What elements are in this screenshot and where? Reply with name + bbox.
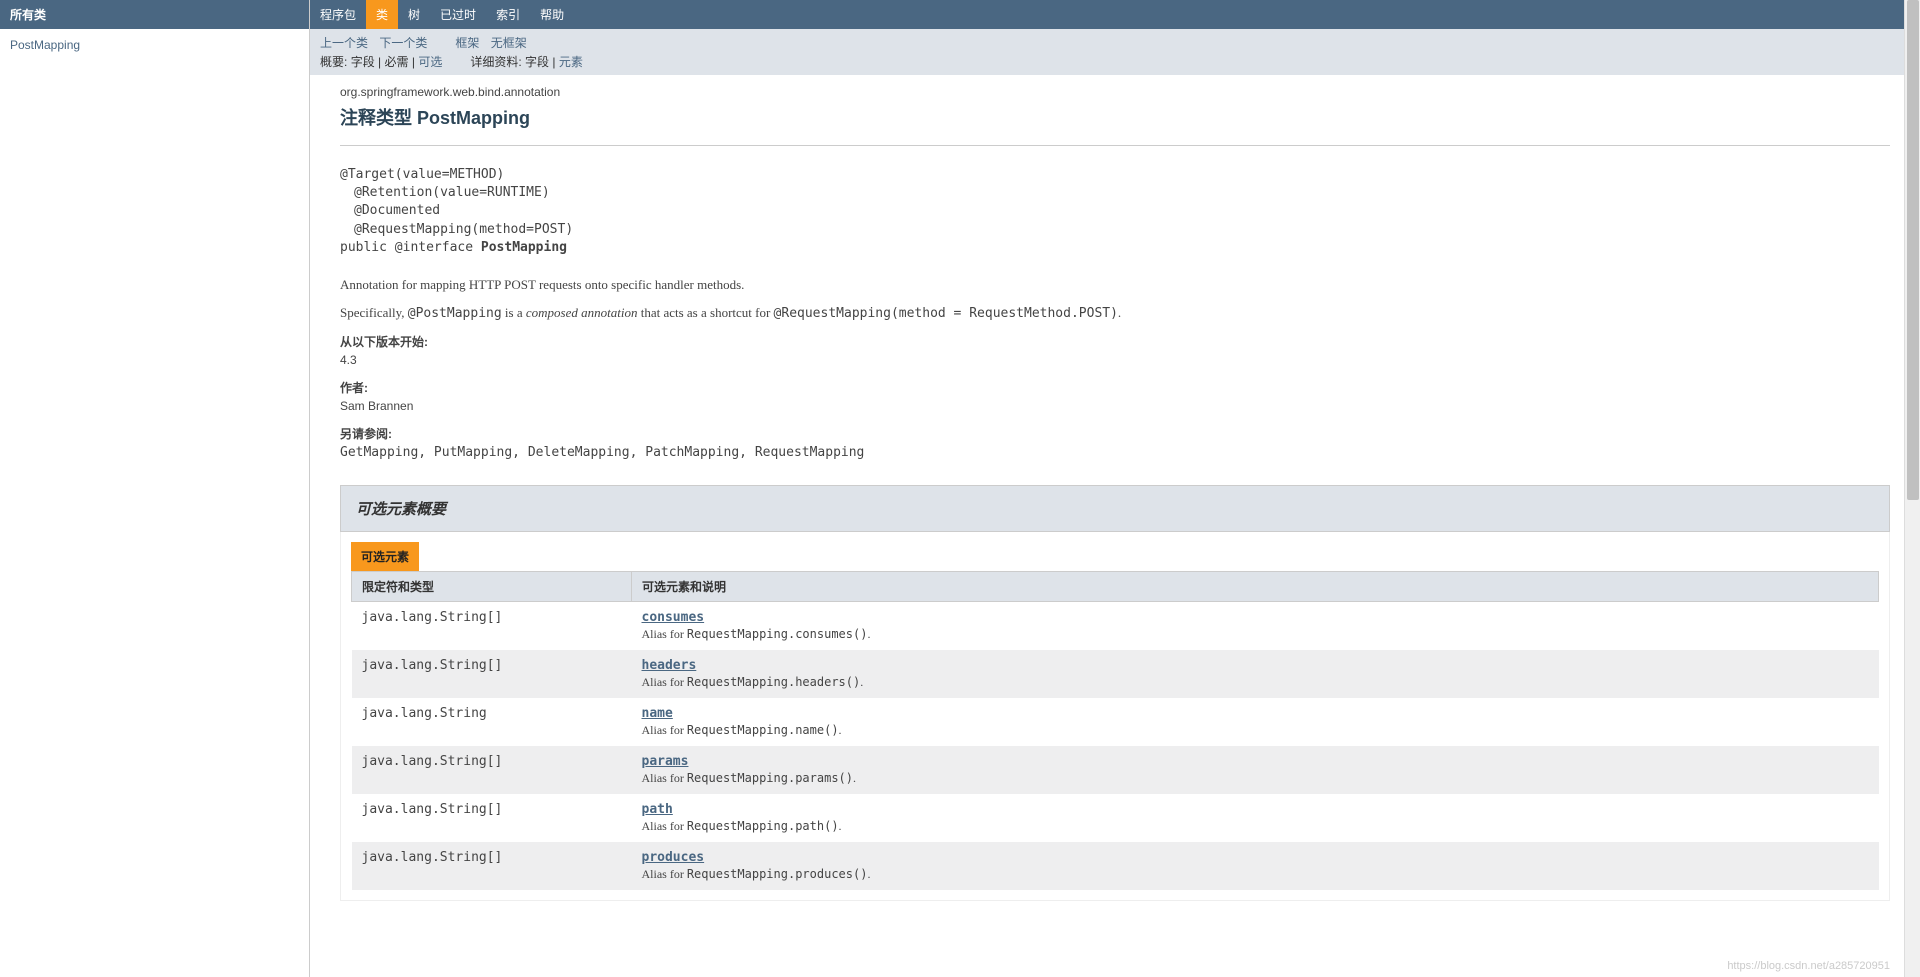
col-header-desc: 可选元素和说明 [632,571,1879,601]
since-label: 从以下版本开始: [340,333,1890,350]
description-para-2: Specifically, @PostMapping is a composed… [340,305,1890,321]
summary-label: 概要: [320,55,347,69]
topnav-item-4[interactable]: 索引 [486,0,530,29]
element-description: Alias for RequestMapping.headers(). [642,675,1869,690]
desc-text: . [1118,305,1121,320]
seealso-label: 另请参阅: [340,425,1890,442]
desc-text: that acts as a shortcut for [637,305,773,320]
signature-name: PostMapping [481,240,567,255]
watermark: https://blog.csdn.net/a285720951 [1727,960,1890,972]
element-desc-cell: path Alias for RequestMapping.path(). [632,794,1879,842]
table-caption: 可选元素 [351,542,419,571]
element-name-link[interactable]: path [642,802,1869,817]
optional-element-summary: 可选元素概要 可选元素 限定符和类型 可选元素和说明 java.lang.Str… [340,485,1890,901]
topnav-item-3[interactable]: 已过时 [430,0,486,29]
summary-header: 可选元素概要 [340,485,1890,532]
desc-code: @RequestMapping(method = RequestMethod.P… [774,306,1118,321]
author-value: Sam Brannen [340,399,1890,413]
detail-field: 字段 [525,55,549,69]
divider [340,145,1890,146]
scrollbar[interactable] [1904,0,1920,977]
type-signature: @Target(value=METHOD) @Retention(value=R… [340,166,1890,257]
element-type: java.lang.String[] [352,842,632,890]
table-row: java.lang.String[] consumes Alias for Requ… [352,601,1879,650]
desc-code: @PostMapping [408,306,502,321]
table-row: java.lang.String[] params Alias for Reques… [352,746,1879,794]
next-class-link[interactable]: 下一个类 [379,36,427,50]
sidebar-link-postmapping[interactable]: PostMapping [10,38,80,52]
topnav-item-1[interactable]: 类 [366,0,398,29]
top-nav: 程序包类树已过时索引帮助 [310,0,1920,29]
element-type: java.lang.String[] [352,650,632,698]
annotation-target: @Target(value=METHOD) [340,166,1890,184]
element-desc-cell: name Alias for RequestMapping.name(). [632,698,1879,746]
element-desc-cell: produces Alias for RequestMapping.produce… [632,842,1879,890]
scrollbar-thumb[interactable] [1907,0,1919,500]
element-name-link[interactable]: headers [642,658,1869,673]
col-header-type: 限定符和类型 [352,571,632,601]
table-row: java.lang.String[] produces Alias for Requ… [352,842,1879,890]
table-row: java.lang.String name Alias for RequestMap… [352,698,1879,746]
element-desc-cell: consumes Alias for RequestMapping.consume… [632,601,1879,650]
annotation-requestmapping: @RequestMapping(method=POST) [354,221,1890,239]
element-description: Alias for RequestMapping.produces(). [642,867,1869,882]
package-name: org.springframework.web.bind.annotation [340,85,1890,99]
desc-em: composed annotation [526,305,638,320]
topnav-item-0[interactable]: 程序包 [310,0,366,29]
element-description: Alias for RequestMapping.path(). [642,819,1869,834]
no-frames-link[interactable]: 无框架 [491,36,527,50]
element-description: Alias for RequestMapping.name(). [642,723,1869,738]
element-type: java.lang.String[] [352,794,632,842]
element-type: java.lang.String[] [352,746,632,794]
element-desc-cell: params Alias for RequestMapping.params(). [632,746,1879,794]
page-title: 注释类型 PostMapping [340,104,1890,130]
sub-nav: 上一个类 下一个类 框架 无框架 概要: 字段 | 必需 | 可选 详细资料: … [310,29,1920,75]
element-name-link[interactable]: produces [642,850,1869,865]
description-para-1: Annotation for mapping HTTP POST request… [340,277,1890,293]
element-description: Alias for RequestMapping.consumes(). [642,627,1869,642]
sidebar-header: 所有类 [0,0,309,29]
element-name-link[interactable]: name [642,706,1869,721]
optional-elements-table: 限定符和类型 可选元素和说明 java.lang.String[]consume… [351,571,1879,890]
element-name-link[interactable]: consumes [642,610,1869,625]
summary-required: 必需 [385,55,409,69]
sidebar-content: PostMapping [0,29,309,60]
table-row: java.lang.String[] path Alias for RequestM… [352,794,1879,842]
sidebar: 所有类 PostMapping [0,0,310,977]
since-value: 4.3 [340,353,1890,367]
detail-label: 详细资料: [470,55,521,69]
element-desc-cell: headers Alias for RequestMapping.headers(… [632,650,1879,698]
signature-modifier: public @interface [340,240,481,255]
detail-element-link[interactable]: 元素 [559,55,583,69]
annotation-documented: @Documented [354,202,1890,220]
table-row: java.lang.String[] headers Alias for Reque… [352,650,1879,698]
element-type: java.lang.String [352,698,632,746]
topnav-item-2[interactable]: 树 [398,0,430,29]
seealso-value: GetMapping, PutMapping, DeleteMapping, P… [340,445,1890,460]
main-content: 程序包类树已过时索引帮助 上一个类 下一个类 框架 无框架 概要: 字段 | 必… [310,0,1920,977]
summary-field: 字段 [351,55,375,69]
frames-link[interactable]: 框架 [455,36,479,50]
topnav-item-5[interactable]: 帮助 [530,0,574,29]
author-label: 作者: [340,379,1890,396]
desc-text: is a [502,305,526,320]
summary-optional-link[interactable]: 可选 [418,55,442,69]
type-description: Annotation for mapping HTTP POST request… [340,277,1890,321]
prev-class-link[interactable]: 上一个类 [320,36,368,50]
desc-text: Specifically, [340,305,408,320]
annotation-retention: @Retention(value=RUNTIME) [354,184,1890,202]
element-type: java.lang.String[] [352,601,632,650]
element-description: Alias for RequestMapping.params(). [642,771,1869,786]
element-name-link[interactable]: params [642,754,1869,769]
